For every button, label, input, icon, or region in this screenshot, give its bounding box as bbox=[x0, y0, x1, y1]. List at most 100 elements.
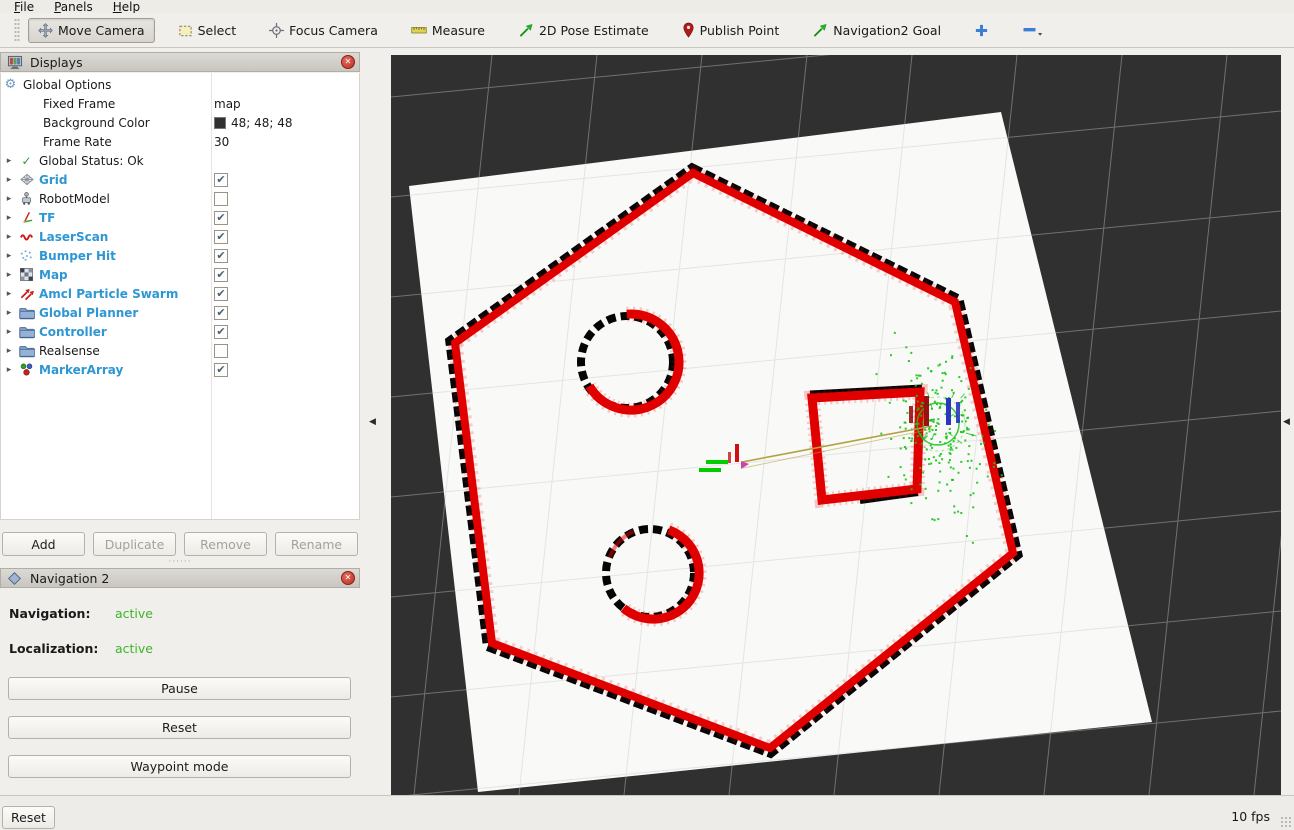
add-button[interactable]: Add bbox=[2, 532, 85, 556]
color-swatch bbox=[214, 117, 226, 129]
tree-row-controller[interactable]: ▸Controller bbox=[1, 322, 359, 341]
display-enable-cell bbox=[214, 227, 228, 246]
tree-row-bumper-hit[interactable]: ▸Bumper Hit bbox=[1, 246, 359, 265]
expander-closed-icon[interactable]: ▸ bbox=[1, 289, 17, 299]
tool-2d-pose-estimate[interactable]: 2D Pose Estimate bbox=[508, 18, 659, 43]
expander-closed-icon[interactable]: ▸ bbox=[1, 270, 17, 280]
expander-closed-icon[interactable]: ▸ bbox=[1, 346, 17, 356]
displays-panel-title: Displays bbox=[30, 55, 335, 70]
pause-button[interactable]: Pause bbox=[8, 677, 351, 700]
tool-navigation2-goal[interactable]: Navigation2 Goal bbox=[802, 18, 951, 43]
tree-row-background-color[interactable]: Background Color48; 48; 48 bbox=[1, 113, 359, 132]
tree-label: Global Options bbox=[20, 78, 111, 92]
window-resize-grip[interactable] bbox=[1280, 816, 1292, 828]
tree-row-grid[interactable]: ▸Grid bbox=[1, 170, 359, 189]
property-value-text: 48; 48; 48 bbox=[231, 116, 293, 130]
expander-closed-icon[interactable]: ▸ bbox=[1, 308, 17, 318]
tree-label: Global Planner bbox=[36, 306, 138, 320]
folder-icon bbox=[17, 344, 36, 358]
expander-closed-icon[interactable]: ▸ bbox=[1, 213, 17, 223]
grid-icon bbox=[17, 172, 36, 187]
tree-row-frame-rate[interactable]: Frame Rate30 bbox=[1, 132, 359, 151]
displays-panel-header: Displays ✕ bbox=[0, 52, 360, 72]
enable-checkbox[interactable] bbox=[214, 268, 228, 282]
toolbar-drag-handle[interactable] bbox=[14, 18, 20, 42]
enable-checkbox[interactable] bbox=[214, 306, 228, 320]
tool-label: Publish Point bbox=[700, 23, 780, 38]
enable-checkbox[interactable] bbox=[214, 344, 228, 358]
tree-row-realsense[interactable]: ▸Realsense bbox=[1, 341, 359, 360]
nav-goal-icon bbox=[812, 23, 828, 38]
tree-row-markerarray[interactable]: ▸MarkerArray bbox=[1, 360, 359, 379]
tool-publish-point[interactable]: Publish Point bbox=[672, 17, 790, 43]
tool-move-camera[interactable]: Move Camera bbox=[28, 18, 155, 43]
tool-select[interactable]: Select bbox=[168, 18, 247, 43]
property-value[interactable]: map bbox=[214, 94, 241, 113]
enable-checkbox[interactable] bbox=[214, 287, 228, 301]
rviz-window: File Panels Help Move Camera Select Focus Ca… bbox=[0, 0, 1294, 830]
expander-closed-icon[interactable]: ▸ bbox=[1, 251, 17, 261]
menu-item-panels[interactable]: Panels bbox=[46, 0, 101, 13]
reset-time-button[interactable]: Reset bbox=[2, 806, 55, 829]
enable-checkbox[interactable] bbox=[214, 192, 228, 206]
display-enable-cell bbox=[214, 322, 228, 341]
folder-icon bbox=[17, 325, 36, 339]
reset-button[interactable]: Reset bbox=[8, 716, 351, 739]
tool-label: 2D Pose Estimate bbox=[539, 23, 649, 38]
expander-closed-icon[interactable]: ▸ bbox=[1, 365, 17, 375]
expander-closed-icon[interactable]: ▸ bbox=[1, 175, 17, 185]
expander-closed-icon[interactable]: ▸ bbox=[1, 327, 17, 337]
panel-splitter-handle[interactable]: ······ bbox=[163, 559, 197, 565]
check-icon: ✓ bbox=[17, 155, 36, 167]
property-value[interactable]: 48; 48; 48 bbox=[214, 113, 293, 132]
tree-row-laserscan[interactable]: ▸ LaserScan bbox=[1, 227, 359, 246]
gear-icon: ⚙ bbox=[1, 78, 20, 91]
status-value: active bbox=[115, 606, 153, 622]
enable-checkbox[interactable] bbox=[214, 211, 228, 225]
tool-measure[interactable]: Measure bbox=[401, 18, 495, 43]
amcl-icon bbox=[17, 286, 36, 301]
robot-icon bbox=[17, 191, 36, 206]
tree-row-fixed-frame[interactable]: Fixed Framemap bbox=[1, 94, 359, 113]
tree-row-global-status[interactable]: ▸✓Global Status: Ok bbox=[1, 151, 359, 170]
3d-viewport[interactable] bbox=[391, 55, 1281, 795]
status-label: Navigation: bbox=[9, 606, 115, 622]
display-enable-cell bbox=[214, 170, 228, 189]
close-icon[interactable]: ✕ bbox=[341, 55, 355, 69]
tree-row-robotmodel[interactable]: ▸RobotModel bbox=[1, 189, 359, 208]
enable-checkbox[interactable] bbox=[214, 325, 228, 339]
expander-closed-icon[interactable]: ▸ bbox=[1, 156, 17, 166]
expander-closed-icon[interactable]: ▸ bbox=[1, 194, 17, 204]
left-splitter-arrow-icon[interactable]: ◀ bbox=[369, 417, 376, 427]
enable-checkbox[interactable] bbox=[214, 173, 228, 187]
waypoint-mode-button[interactable]: Waypoint mode bbox=[8, 755, 351, 778]
bumper-icon bbox=[17, 248, 36, 263]
enable-checkbox[interactable] bbox=[214, 363, 228, 377]
tree-row-global-options[interactable]: ⚙Global Options bbox=[1, 75, 359, 94]
right-splitter-arrow-icon[interactable]: ◀ bbox=[1283, 417, 1290, 427]
tree-row-map[interactable]: ▸ Map bbox=[1, 265, 359, 284]
nav2-panel-icon bbox=[5, 571, 24, 586]
expander-closed-icon[interactable]: ▸ bbox=[1, 232, 17, 242]
menu-item-help[interactable]: Help bbox=[105, 0, 148, 13]
tree-row-global-planner[interactable]: ▸ Global Planner bbox=[1, 303, 359, 322]
focus-camera-icon bbox=[269, 23, 284, 38]
tree-row-tf[interactable]: ▸TF bbox=[1, 208, 359, 227]
tool-label: Move Camera bbox=[58, 23, 145, 38]
menu-item-file[interactable]: File bbox=[6, 0, 42, 13]
tree-label: Map bbox=[36, 268, 68, 282]
displays-button-row: AddDuplicateRemoveRename bbox=[2, 532, 358, 556]
close-icon[interactable]: ✕ bbox=[341, 571, 355, 585]
property-value[interactable]: 30 bbox=[214, 132, 229, 151]
tf-icon bbox=[17, 210, 36, 225]
tree-label: LaserScan bbox=[36, 230, 108, 244]
status-bar: Reset 10 fps bbox=[0, 795, 1294, 830]
tree-row-amcl-particle-swarm[interactable]: ▸Amcl Particle Swarm bbox=[1, 284, 359, 303]
tool-remove-tool-icon[interactable] bbox=[1012, 17, 1053, 43]
enable-checkbox[interactable] bbox=[214, 230, 228, 244]
tool-add-tool-icon[interactable] bbox=[964, 18, 999, 43]
tool-focus-camera[interactable]: Focus Camera bbox=[259, 18, 388, 43]
toolbar: Move Camera Select Focus Camera Measure 2D P… bbox=[0, 13, 1294, 48]
measure-icon bbox=[411, 23, 427, 37]
enable-checkbox[interactable] bbox=[214, 249, 228, 263]
